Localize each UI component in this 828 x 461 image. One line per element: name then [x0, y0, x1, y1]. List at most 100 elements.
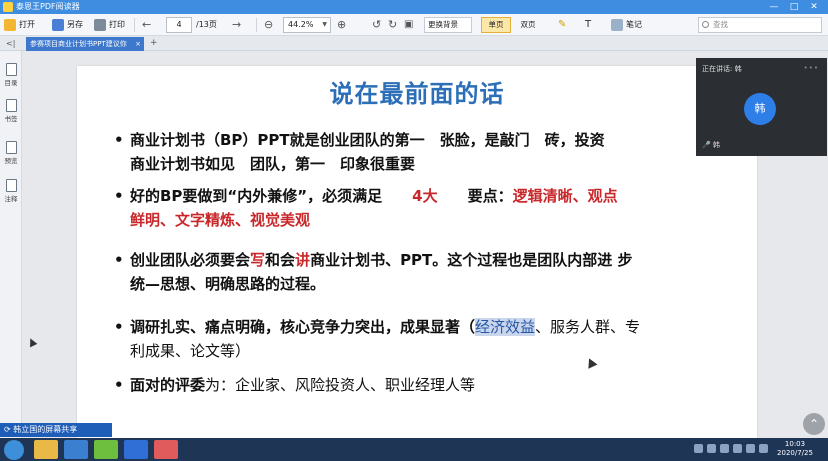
single-page-button[interactable]: 单页 — [481, 17, 511, 33]
rotate-right-icon[interactable]: ↻ — [388, 17, 397, 33]
page-number-input[interactable]: 4 — [166, 17, 192, 33]
bullet-2-highlight: 逻辑清晰、观点 — [512, 187, 618, 205]
bullet-5-rest: 为：企业家、风险投资人、职业经理人等 — [205, 376, 476, 394]
bullet-dot: • — [114, 376, 124, 394]
bullet-1-line-1: 商业计划书（BP）PPT就是创业团队的第一 张脸，是敲门 砖，投资 — [130, 131, 605, 149]
video-call-panel[interactable]: 正在讲话: 韩 ••• 韩 🎤 韩 — [696, 58, 827, 156]
bullet-3-and: 和会 — [265, 251, 296, 269]
screen-share-label: 韩立国的屏幕共享 — [13, 425, 78, 434]
bullet-dot: • — [114, 187, 124, 205]
taskbar-meeting-icon[interactable] — [124, 440, 148, 459]
minimize-button[interactable]: — — [764, 0, 784, 14]
sidebar-item-contents[interactable]: 目录 — [2, 63, 20, 87]
preview-icon — [5, 141, 17, 154]
pdf-page: 说在最前面的话 • 商业计划书（BP）PPT就是创业团队的第一 张脸，是敲门 砖… — [77, 66, 757, 438]
taskbar-browser-icon[interactable] — [64, 440, 88, 459]
zoom-select[interactable]: 44.2% ▼ — [283, 17, 331, 33]
taskbar-video-icon[interactable] — [94, 440, 118, 459]
bullet-2-line-2: 鲜明、文字精炼、视觉美观 — [130, 211, 311, 229]
bullet-5-text: 面对的评委 — [130, 376, 206, 394]
bullet-2: • 好的BP要做到“内外兼修”，必须满足 4大 要点：逻辑清晰、观点 鲜明、文字精炼… — [114, 184, 618, 232]
app-logo-icon — [3, 2, 13, 12]
bullet-3-rest: 商业计划书、PPT。这个过程也是团队内部进 步 — [310, 251, 633, 269]
search-icon — [702, 21, 709, 28]
pdf-reader-window: 泰恩王PDF阅读器 — □ ✕ 打开 另存 打印 ← 4 /13页 → ⊖ 44… — [0, 0, 828, 461]
open-button[interactable]: 打开 — [4, 17, 35, 33]
tray-icon[interactable] — [694, 444, 703, 453]
scroll-to-top-button[interactable]: ⌃ — [803, 413, 825, 435]
screen-share-icon: ⟳ — [4, 425, 14, 434]
change-background-button[interactable]: 更换背景 — [424, 17, 472, 33]
network-icon[interactable] — [759, 444, 768, 453]
page-total: /13页 — [196, 20, 217, 29]
tray-icon[interactable] — [733, 444, 742, 453]
add-tab-button[interactable]: + — [150, 36, 158, 51]
bullet-2-points-label: 要点： — [467, 187, 513, 205]
close-window-button[interactable]: ✕ — [804, 0, 824, 14]
bullet-dot: • — [114, 131, 124, 149]
screen-share-bar[interactable]: ⟳ 韩立国的屏幕共享 — [0, 423, 112, 437]
tray-icon[interactable] — [720, 444, 729, 453]
bullet-3-write: 写 — [250, 251, 266, 269]
title-bar: 泰恩王PDF阅读器 — □ ✕ — [0, 0, 828, 14]
zoom-value: 44.2% — [288, 20, 314, 29]
bullet-4: • 调研扎实、痛点明确，核心竞争力突出，成果显著（经济效益、服务人群、专 利成果… — [114, 315, 641, 363]
prev-page-icon[interactable]: ← — [142, 17, 151, 33]
selected-text[interactable]: 经济效益 — [475, 318, 536, 336]
volume-icon[interactable] — [746, 444, 755, 453]
start-button[interactable] — [4, 440, 24, 460]
select-tool-icon[interactable]: ▣ — [404, 17, 413, 33]
folder-icon — [4, 19, 16, 31]
zoom-in-icon[interactable]: ⊕ — [337, 17, 346, 33]
sidebar-item-label: 书签 — [4, 115, 18, 123]
rotate-left-icon[interactable]: ↺ — [372, 17, 381, 33]
tab-document-label: 参赛项目商业计划书PPT建议你 — [30, 40, 127, 48]
text-tool-icon[interactable]: T — [585, 17, 591, 33]
notes-button[interactable]: 笔记 — [611, 17, 642, 33]
contents-icon — [5, 63, 17, 76]
sidebar-item-label: 目录 — [4, 79, 18, 87]
window-title: 泰恩王PDF阅读器 — [16, 2, 80, 11]
bullet-3: • 创业团队必须要会写和会讲商业计划书、PPT。这个过程也是团队内部进 步 统—… — [114, 248, 633, 296]
clock-time: 10:03 — [784, 440, 806, 448]
bullet-3-line-2: 统—思想、明确思路的过程。 — [130, 275, 326, 293]
bullet-5: • 面对的评委为：企业家、风险投资人、职业经理人等 — [114, 373, 476, 397]
speaking-label: 正在讲话: 韩 — [702, 65, 742, 73]
close-tab-icon[interactable]: × — [135, 37, 141, 51]
toolbar-divider — [134, 18, 135, 32]
highlighter-icon[interactable]: ✎ — [558, 17, 566, 33]
save-as-button[interactable]: 另存 — [52, 17, 83, 33]
window-controls: — □ ✕ — [764, 0, 824, 14]
tray-icon[interactable] — [707, 444, 716, 453]
bullet-4-line-2: 利成果、论文等） — [130, 342, 251, 360]
sidebar-item-annotations[interactable]: 注释 — [2, 179, 20, 203]
sidebar-item-label: 预览 — [4, 157, 18, 165]
chevron-down-icon: ▼ — [322, 21, 327, 28]
bullet-dot: • — [114, 251, 124, 269]
bullet-4-rest: 、服务人群、专 — [535, 318, 641, 336]
bullet-1-line-2: 商业计划书如见 团队，第一 印象很重要 — [130, 155, 416, 173]
taskbar-file-explorer-icon[interactable] — [34, 440, 58, 459]
tab-document[interactable]: 参赛项目商业计划书PPT建议你 × — [26, 37, 144, 51]
taskbar-app-icon[interactable] — [154, 440, 178, 459]
zoom-out-icon[interactable]: ⊖ — [264, 17, 273, 33]
bookmark-icon — [5, 99, 17, 112]
notes-label: 笔记 — [626, 20, 642, 29]
clock-date: 2020/7/25 — [777, 449, 813, 457]
save-label: 另存 — [67, 20, 83, 29]
next-page-icon[interactable]: → — [232, 17, 241, 33]
search-input[interactable]: 查找 — [698, 17, 822, 33]
bullet-2-count: 4大 — [412, 187, 438, 205]
more-icon[interactable]: ••• — [804, 64, 819, 72]
sidebar-item-preview[interactable]: 预览 — [2, 141, 20, 165]
sidebar-item-bookmarks[interactable]: 书签 — [2, 99, 20, 123]
toolbar: 打开 另存 打印 ← 4 /13页 → ⊖ 44.2% ▼ ⊕ ↺ ↻ ▣ 更换… — [0, 14, 828, 36]
bullet-1: • 商业计划书（BP）PPT就是创业团队的第一 张脸，是敲门 砖，投资 商业计划… — [114, 128, 605, 176]
tabs-back-button[interactable]: <| — [6, 36, 15, 51]
taskbar-clock[interactable]: 10:03 2020/7/25 — [772, 440, 818, 458]
search-placeholder: 查找 — [713, 20, 728, 29]
participant-name-text: 韩 — [712, 141, 720, 149]
double-page-button[interactable]: 双页 — [513, 17, 543, 33]
print-button[interactable]: 打印 — [94, 17, 125, 33]
maximize-button[interactable]: □ — [784, 0, 804, 14]
